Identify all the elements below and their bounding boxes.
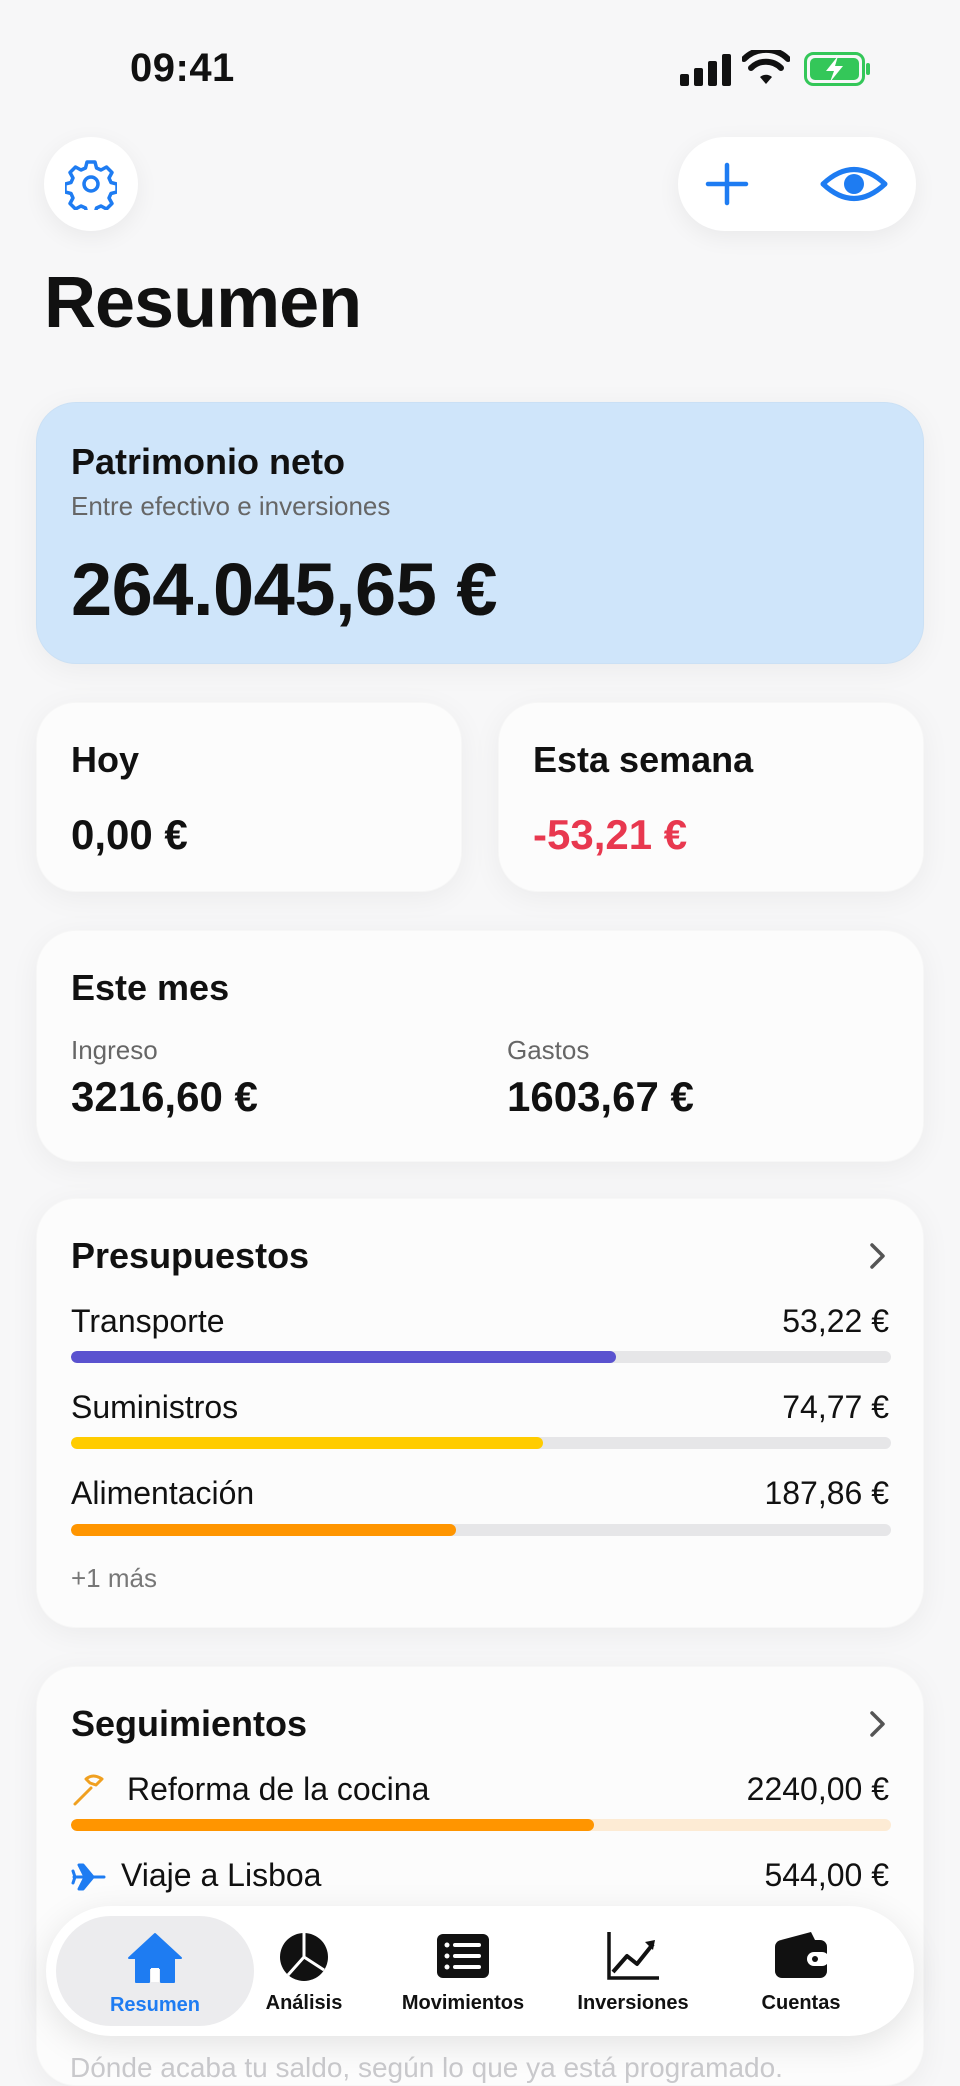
week-card[interactable]: Esta semana -53,21 € xyxy=(498,702,924,892)
budget-progress-bar xyxy=(71,1524,891,1536)
tracking-progress-bar xyxy=(71,1819,891,1831)
budget-progress-bar xyxy=(71,1437,891,1449)
tracking-value: 544,00 € xyxy=(764,1857,889,1893)
cellular-signal-icon xyxy=(680,54,731,86)
tab-resumen[interactable]: Resumen xyxy=(56,1916,254,2026)
budget-value: 74,77 € xyxy=(782,1389,889,1425)
net-worth-title: Patrimonio neto xyxy=(71,441,346,482)
budget-progress-fill xyxy=(71,1524,457,1536)
budget-label: Suministros xyxy=(71,1389,239,1425)
today-amount: 0,00 € xyxy=(71,811,188,858)
tab-movimientos[interactable]: Movimientos xyxy=(388,1906,538,2036)
tab-label: Resumen xyxy=(109,1994,201,2016)
tab-label: Inversiones xyxy=(577,1992,689,2014)
budget-progress-fill xyxy=(71,1351,617,1363)
settings-button[interactable] xyxy=(44,137,138,231)
today-title: Hoy xyxy=(71,739,140,780)
tab-inversiones[interactable]: Inversiones xyxy=(558,1906,708,2036)
income-label: Ingreso xyxy=(71,1035,158,1065)
eye-icon xyxy=(820,167,888,201)
chevron-right-icon xyxy=(870,1243,885,1269)
airplane-icon xyxy=(71,1863,106,1891)
tracking-value: 2240,00 € xyxy=(746,1771,889,1807)
tab-label: Cuentas xyxy=(761,1992,841,2014)
expenses-label: Gastos xyxy=(507,1035,590,1065)
plus-icon xyxy=(705,162,749,206)
tab-analisis[interactable]: Análisis xyxy=(238,1906,370,2036)
chevron-right-icon xyxy=(870,1711,885,1737)
net-worth-subtitle: Entre efectivo e inversiones xyxy=(71,491,391,521)
header-actions xyxy=(678,137,916,231)
budgets-card[interactable]: Presupuestos Transporte 53,22 € Suminist… xyxy=(36,1198,924,1628)
budget-value: 187,86 € xyxy=(764,1475,889,1511)
hammer-icon xyxy=(73,1774,104,1806)
tracking-progress-fill xyxy=(71,1819,595,1831)
budget-label: Transporte xyxy=(71,1303,225,1339)
income-amount: 3216,60 € xyxy=(71,1073,258,1120)
budget-label: Alimentación xyxy=(71,1475,255,1511)
add-button[interactable] xyxy=(704,161,750,207)
tracking-title: Seguimientos xyxy=(71,1703,308,1744)
net-worth-card[interactable]: Patrimonio neto Entre efectivo e inversi… xyxy=(36,402,924,664)
wifi-icon xyxy=(742,50,790,84)
battery-charging-icon xyxy=(804,52,870,86)
expenses-amount: 1603,67 € xyxy=(507,1073,694,1120)
week-amount: -53,21 € xyxy=(533,811,688,858)
budget-value: 53,22 € xyxy=(782,1303,889,1339)
budgets-more-link[interactable]: +1 más xyxy=(71,1563,157,1594)
budget-progress-bar xyxy=(71,1351,891,1363)
forecast-caption: Dónde acaba tu saldo, según lo que ya es… xyxy=(70,2052,783,2083)
list-icon xyxy=(437,1934,489,1978)
status-bar: 09:41 xyxy=(0,0,960,130)
week-title: Esta semana xyxy=(533,739,754,780)
tab-cuentas[interactable]: Cuentas xyxy=(726,1906,876,2036)
wallet-icon xyxy=(775,1932,829,1978)
line-chart-icon xyxy=(607,1932,659,1980)
tracking-label: Reforma de la cocina xyxy=(127,1771,430,1807)
month-title: Este mes xyxy=(71,967,230,1008)
net-worth-amount: 264.045,65 € xyxy=(71,548,498,631)
status-time: 09:41 xyxy=(130,46,235,90)
today-card[interactable]: Hoy 0,00 € xyxy=(36,702,462,892)
tab-label: Movimientos xyxy=(401,1992,525,2014)
month-card[interactable]: Este mes Ingreso 3216,60 € Gastos 1603,6… xyxy=(36,930,924,1162)
page-title: Resumen xyxy=(44,263,362,343)
tracking-label: Viaje a Lisboa xyxy=(121,1857,322,1893)
tab-label: Análisis xyxy=(265,1992,343,2014)
gear-icon xyxy=(65,160,117,210)
pie-chart-icon xyxy=(280,1933,328,1981)
visibility-toggle-button[interactable] xyxy=(820,159,888,209)
tab-bar: Resumen Análisis Movimientos Inversiones xyxy=(46,1906,914,2036)
budget-progress-fill xyxy=(71,1437,543,1449)
house-icon xyxy=(128,1933,182,1983)
budgets-title: Presupuestos xyxy=(71,1235,310,1276)
